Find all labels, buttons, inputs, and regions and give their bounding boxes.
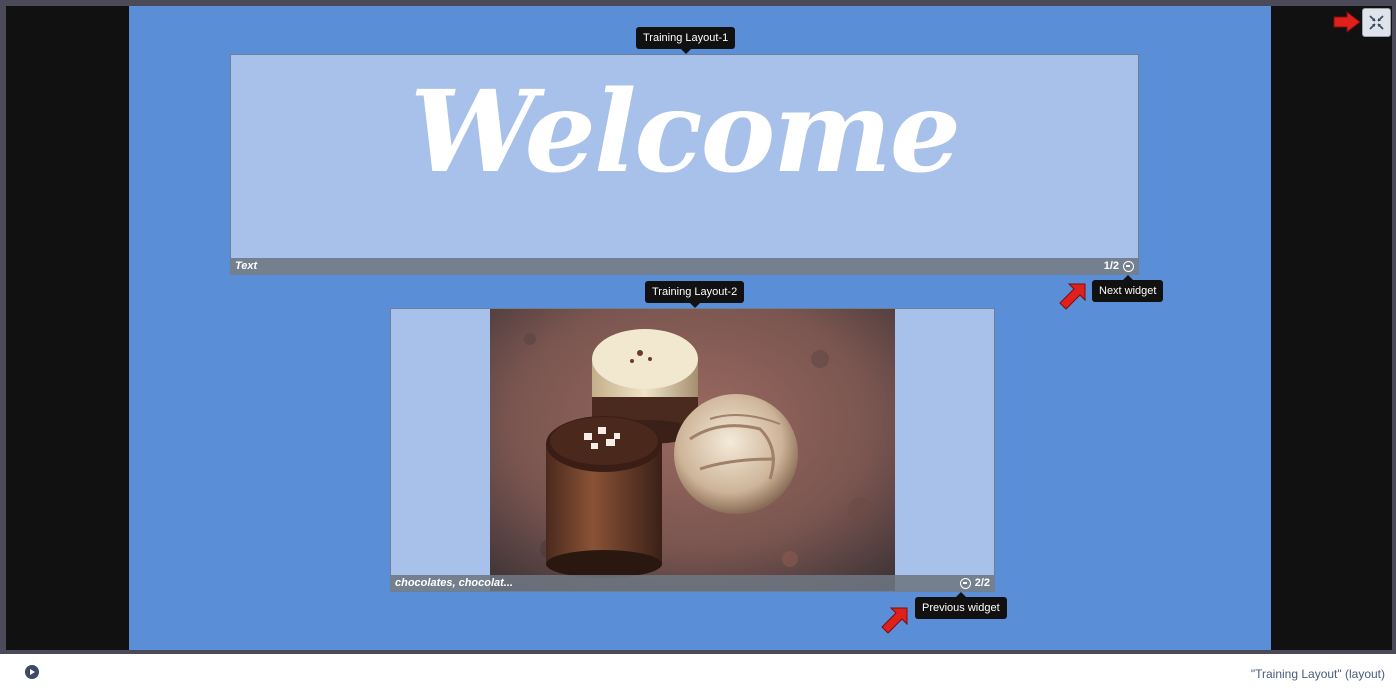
next-circle-icon[interactable] bbox=[1123, 260, 1134, 272]
red-arrow-icon bbox=[881, 607, 908, 634]
next-widget-tooltip: Next widget bbox=[1092, 275, 1164, 302]
image-widget-counter-value: 2/2 bbox=[974, 577, 990, 589]
layout-1-tooltip: Training Layout-1 bbox=[636, 27, 736, 54]
text-widget-footer: Text 1/2 bbox=[231, 258, 1138, 274]
layout-1-tooltip-text: Training Layout-1 bbox=[643, 32, 729, 44]
previous-widget-tooltip: Previous widget bbox=[915, 592, 1007, 619]
text-widget-label: Text bbox=[235, 260, 258, 272]
welcome-text: Welcome bbox=[409, 67, 961, 198]
text-widget-counter: 1/2 bbox=[1104, 258, 1134, 274]
layout-2-tooltip-text: Training Layout-2 bbox=[652, 286, 738, 298]
previous-circle-icon[interactable] bbox=[959, 577, 971, 589]
previous-widget-tooltip-text: Previous widget bbox=[922, 602, 1000, 614]
play-icon[interactable] bbox=[25, 665, 39, 679]
text-widget[interactable]: Welcome Text 1/2 bbox=[230, 54, 1139, 275]
layout-2-tooltip: Training Layout-2 bbox=[645, 281, 745, 308]
text-widget-counter-value: 1/2 bbox=[1103, 260, 1119, 272]
chocolates-image bbox=[490, 309, 895, 591]
layout-status-label: "Training Layout" (layout) bbox=[1250, 667, 1385, 681]
bottom-status-bar bbox=[0, 654, 1396, 688]
collapse-arrows-icon bbox=[1369, 15, 1384, 30]
exit-fullscreen-button[interactable] bbox=[1362, 8, 1391, 37]
red-arrow-icon bbox=[1333, 11, 1361, 33]
red-arrow-icon bbox=[1059, 283, 1086, 310]
image-widget-label: chocolates, chocolat... bbox=[395, 577, 513, 589]
next-widget-tooltip-text: Next widget bbox=[1099, 285, 1157, 297]
image-widget-counter: 2/2 bbox=[959, 575, 990, 591]
image-widget[interactable]: chocolates, chocolat... 2/2 bbox=[390, 308, 995, 592]
image-widget-footer: chocolates, chocolat... 2/2 bbox=[391, 575, 994, 591]
